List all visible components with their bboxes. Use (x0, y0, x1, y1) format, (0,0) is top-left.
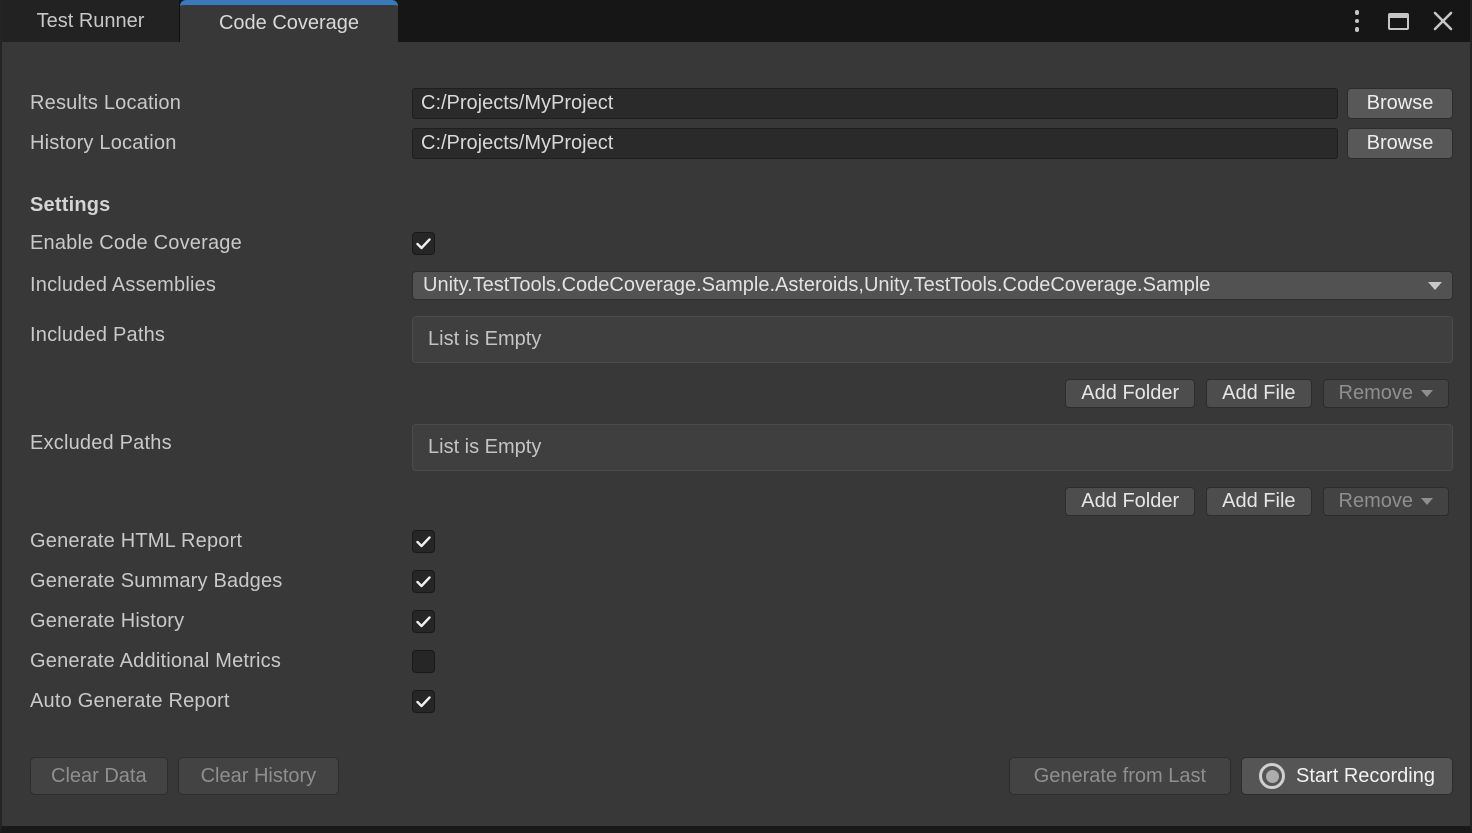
auto-generate-report-row: Auto Generate Report (30, 690, 1453, 713)
auto-generate-report-label: Auto Generate Report (30, 690, 412, 713)
excluded-paths-list[interactable]: List is Empty (412, 424, 1453, 471)
excluded-paths-add-folder-button[interactable]: Add Folder (1065, 487, 1195, 516)
included-assemblies-dropdown[interactable]: Unity.TestTools.CodeCoverage.Sample.Aste… (412, 271, 1453, 300)
settings-header-row: Settings (30, 194, 1453, 217)
generate-additional-metrics-checkbox[interactable] (412, 650, 435, 673)
included-paths-row: Included Paths List is Empty (30, 316, 1453, 363)
tab-test-runner[interactable]: Test Runner (2, 0, 180, 42)
generate-additional-metrics-label: Generate Additional Metrics (30, 650, 412, 673)
included-assemblies-row: Included Assemblies Unity.TestTools.Code… (30, 271, 1453, 300)
start-recording-label: Start Recording (1296, 765, 1435, 788)
excluded-paths-add-file-button[interactable]: Add File (1206, 487, 1311, 516)
results-location-row: Results Location Browse (30, 88, 1453, 119)
included-paths-add-file-button[interactable]: Add File (1206, 379, 1311, 408)
record-icon (1259, 763, 1285, 789)
included-paths-remove-button[interactable]: Remove (1323, 379, 1449, 408)
kebab-menu-icon[interactable] (1349, 6, 1366, 36)
included-paths-list[interactable]: List is Empty (412, 316, 1453, 363)
excluded-paths-buttons: Add Folder Add File Remove (30, 487, 1453, 516)
history-location-browse-button[interactable]: Browse (1347, 128, 1453, 159)
generate-history-row: Generate History (30, 610, 1453, 633)
tab-bar: Test Runner Code Coverage (2, 0, 1470, 42)
code-coverage-panel: Results Location Browse History Location… (2, 42, 1470, 826)
included-paths-empty-text: List is Empty (428, 328, 541, 351)
excluded-paths-row: Excluded Paths List is Empty (30, 424, 1453, 471)
clear-history-button[interactable]: Clear History (178, 757, 340, 795)
excluded-paths-remove-button[interactable]: Remove (1323, 487, 1449, 516)
results-location-label: Results Location (30, 92, 412, 115)
excluded-paths-empty-text: List is Empty (428, 436, 541, 459)
chevron-down-icon (1421, 390, 1433, 397)
check-icon (416, 238, 431, 250)
included-assemblies-label: Included Assemblies (30, 274, 412, 297)
generate-additional-metrics-row: Generate Additional Metrics (30, 650, 1453, 673)
generate-history-label: Generate History (30, 610, 412, 633)
generate-html-report-checkbox[interactable] (412, 530, 435, 553)
chevron-down-icon (1428, 282, 1442, 290)
included-paths-label: Included Paths (30, 316, 412, 347)
generate-history-checkbox[interactable] (412, 610, 435, 633)
generate-summary-badges-row: Generate Summary Badges (30, 570, 1453, 593)
code-coverage-window: Test Runner Code Coverage Results Locati… (0, 0, 1472, 833)
check-icon (416, 536, 431, 548)
close-icon[interactable] (1432, 10, 1454, 32)
tab-code-coverage-label: Code Coverage (219, 12, 359, 35)
settings-header: Settings (30, 194, 111, 217)
included-paths-add-folder-button[interactable]: Add Folder (1065, 379, 1195, 408)
history-location-row: History Location Browse (30, 128, 1453, 159)
enable-code-coverage-row: Enable Code Coverage (30, 232, 1453, 255)
generate-html-report-label: Generate HTML Report (30, 530, 412, 553)
enable-code-coverage-checkbox[interactable] (412, 232, 435, 255)
tab-code-coverage[interactable]: Code Coverage (180, 0, 398, 42)
included-paths-buttons: Add Folder Add File Remove (30, 379, 1453, 408)
generate-from-last-button[interactable]: Generate from Last (1009, 757, 1231, 795)
included-assemblies-value: Unity.TestTools.CodeCoverage.Sample.Aste… (423, 274, 1422, 297)
excluded-paths-label: Excluded Paths (30, 424, 412, 455)
tabbar-spacer (398, 0, 1349, 42)
maximize-icon[interactable] (1388, 13, 1409, 30)
footer-right-group: Generate from Last Start Recording (1009, 757, 1453, 795)
remove-button-label: Remove (1339, 382, 1413, 405)
clear-data-button[interactable]: Clear Data (30, 757, 168, 795)
check-icon (416, 616, 431, 628)
check-icon (416, 696, 431, 708)
generate-summary-badges-label: Generate Summary Badges (30, 570, 412, 593)
generate-summary-badges-checkbox[interactable] (412, 570, 435, 593)
auto-generate-report-checkbox[interactable] (412, 690, 435, 713)
history-location-label: History Location (30, 132, 412, 155)
results-location-input[interactable] (412, 88, 1338, 119)
footer-toolbar: Clear Data Clear History Generate from L… (30, 757, 1453, 795)
remove-button-label: Remove (1339, 490, 1413, 513)
generate-html-report-row: Generate HTML Report (30, 530, 1453, 553)
tab-test-runner-label: Test Runner (37, 10, 145, 33)
start-recording-button[interactable]: Start Recording (1241, 757, 1453, 795)
check-icon (416, 576, 431, 588)
chevron-down-icon (1421, 498, 1433, 505)
enable-code-coverage-label: Enable Code Coverage (30, 232, 412, 255)
window-controls (1349, 0, 1471, 42)
results-location-browse-button[interactable]: Browse (1347, 88, 1453, 119)
history-location-input[interactable] (412, 128, 1338, 159)
